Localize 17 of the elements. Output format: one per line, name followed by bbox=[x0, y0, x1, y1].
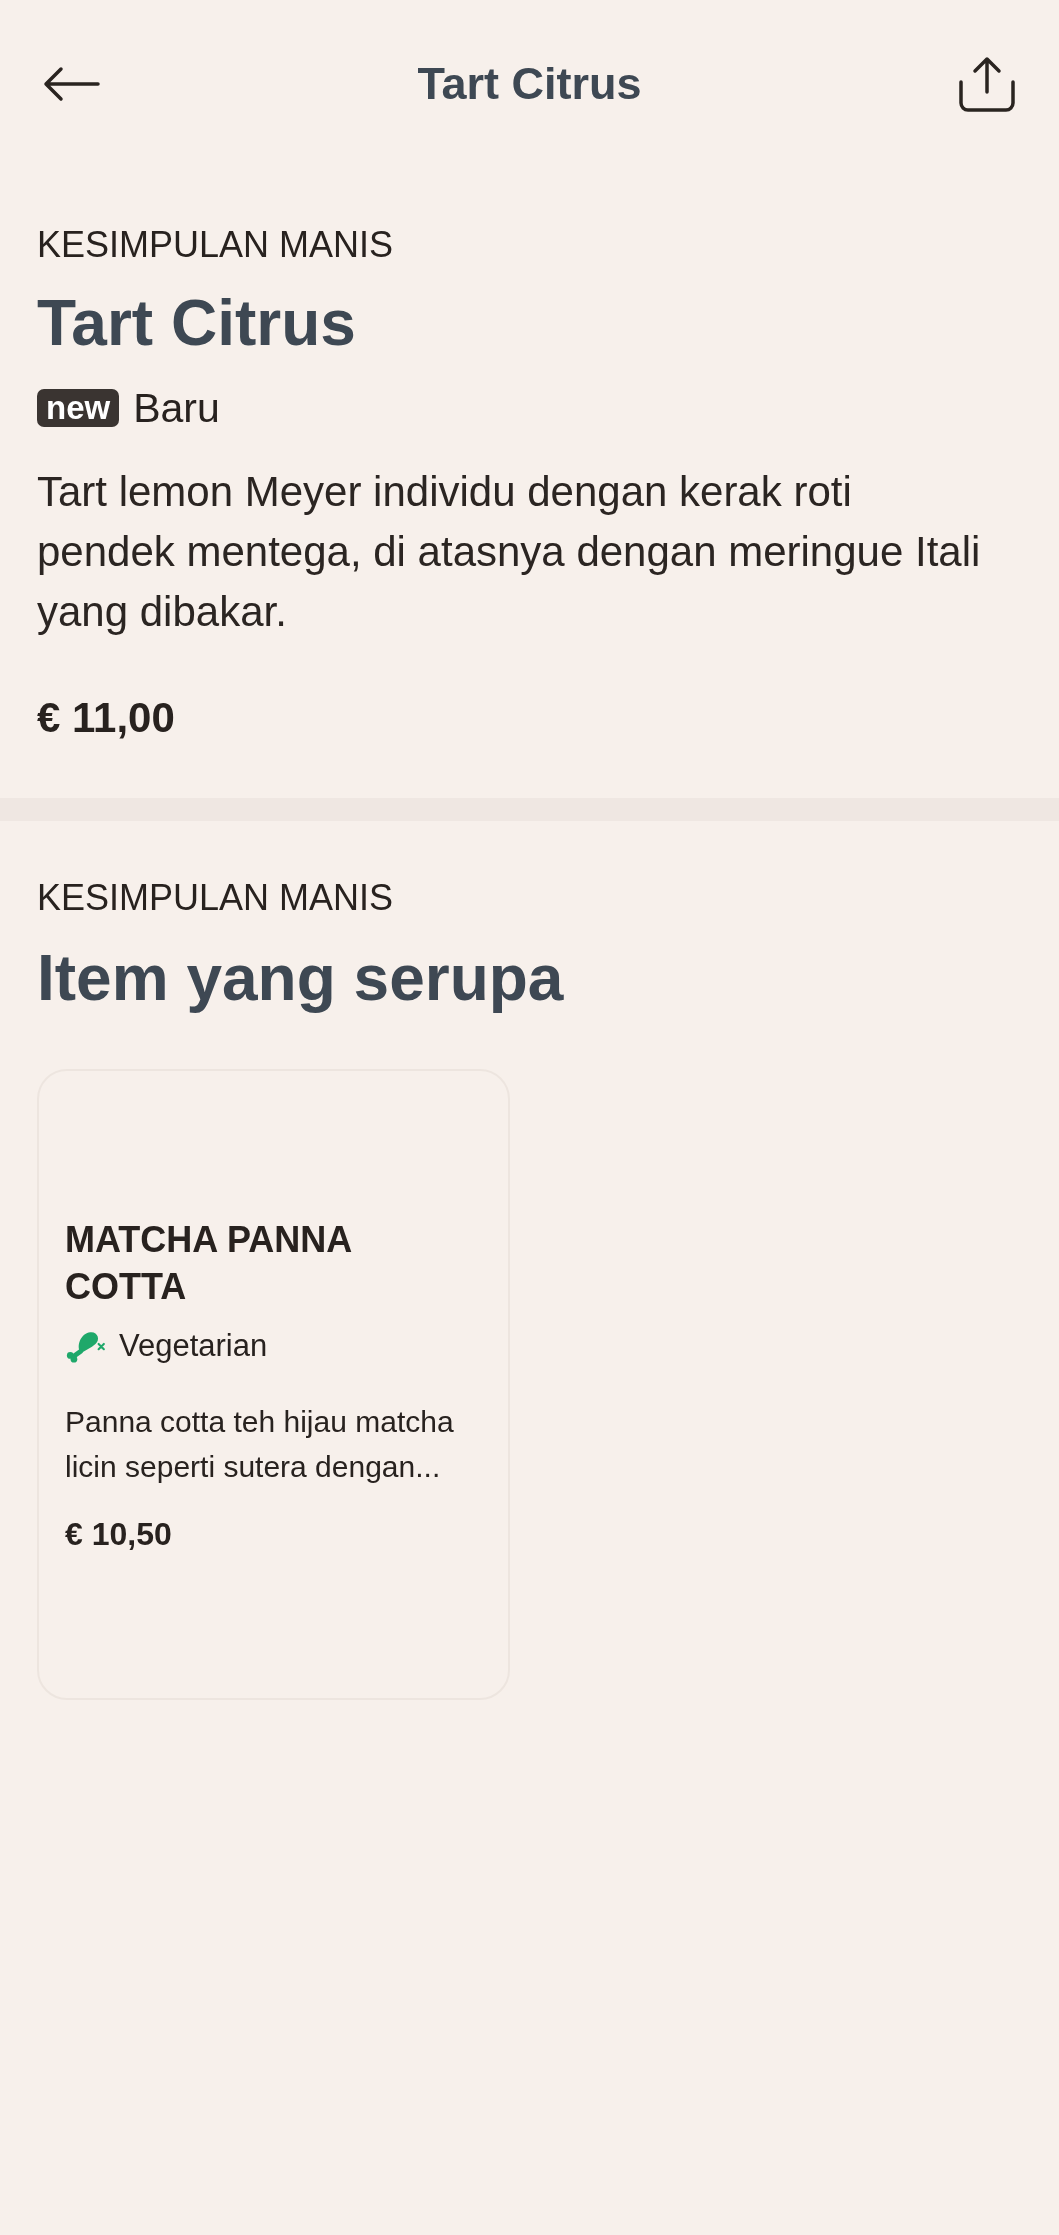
status-label: Baru bbox=[133, 386, 220, 430]
section-title: Item yang serupa bbox=[37, 942, 564, 1014]
share-icon[interactable] bbox=[958, 55, 1016, 113]
new-tag: new bbox=[37, 389, 120, 427]
category-label: KESIMPULAN MANIS bbox=[37, 225, 394, 265]
card-price: € 10,50 bbox=[65, 1516, 172, 1552]
card-product-name: MATCHA PANNA COTTA bbox=[65, 1218, 352, 1309]
diet-label: Vegetarian bbox=[119, 1327, 268, 1365]
category-label: KESIMPULAN MANIS bbox=[37, 878, 394, 918]
product-description: Tart lemon Meyer individu dengan kerak roti pendek mentega, di atasnya dengan meringue Itali yang dibakar. bbox=[37, 467, 982, 637]
back-arrow-icon[interactable] bbox=[43, 66, 100, 102]
page-title: Tart Citrus bbox=[417, 57, 642, 111]
drumstick-x-icon bbox=[65, 1329, 107, 1363]
card-description: Panna cotta teh hijau matcha licin seperti sutera dengan... bbox=[65, 1404, 455, 1485]
product-price: € 11,00 bbox=[37, 694, 175, 742]
product-name: Tart Citrus bbox=[37, 291, 356, 355]
product-card[interactable]: MATCHA PANNA COTTA Vegetarian Panna cotta teh hijau matcha licin seperti sutera dengan... € 10,50 bbox=[37, 1069, 510, 1700]
